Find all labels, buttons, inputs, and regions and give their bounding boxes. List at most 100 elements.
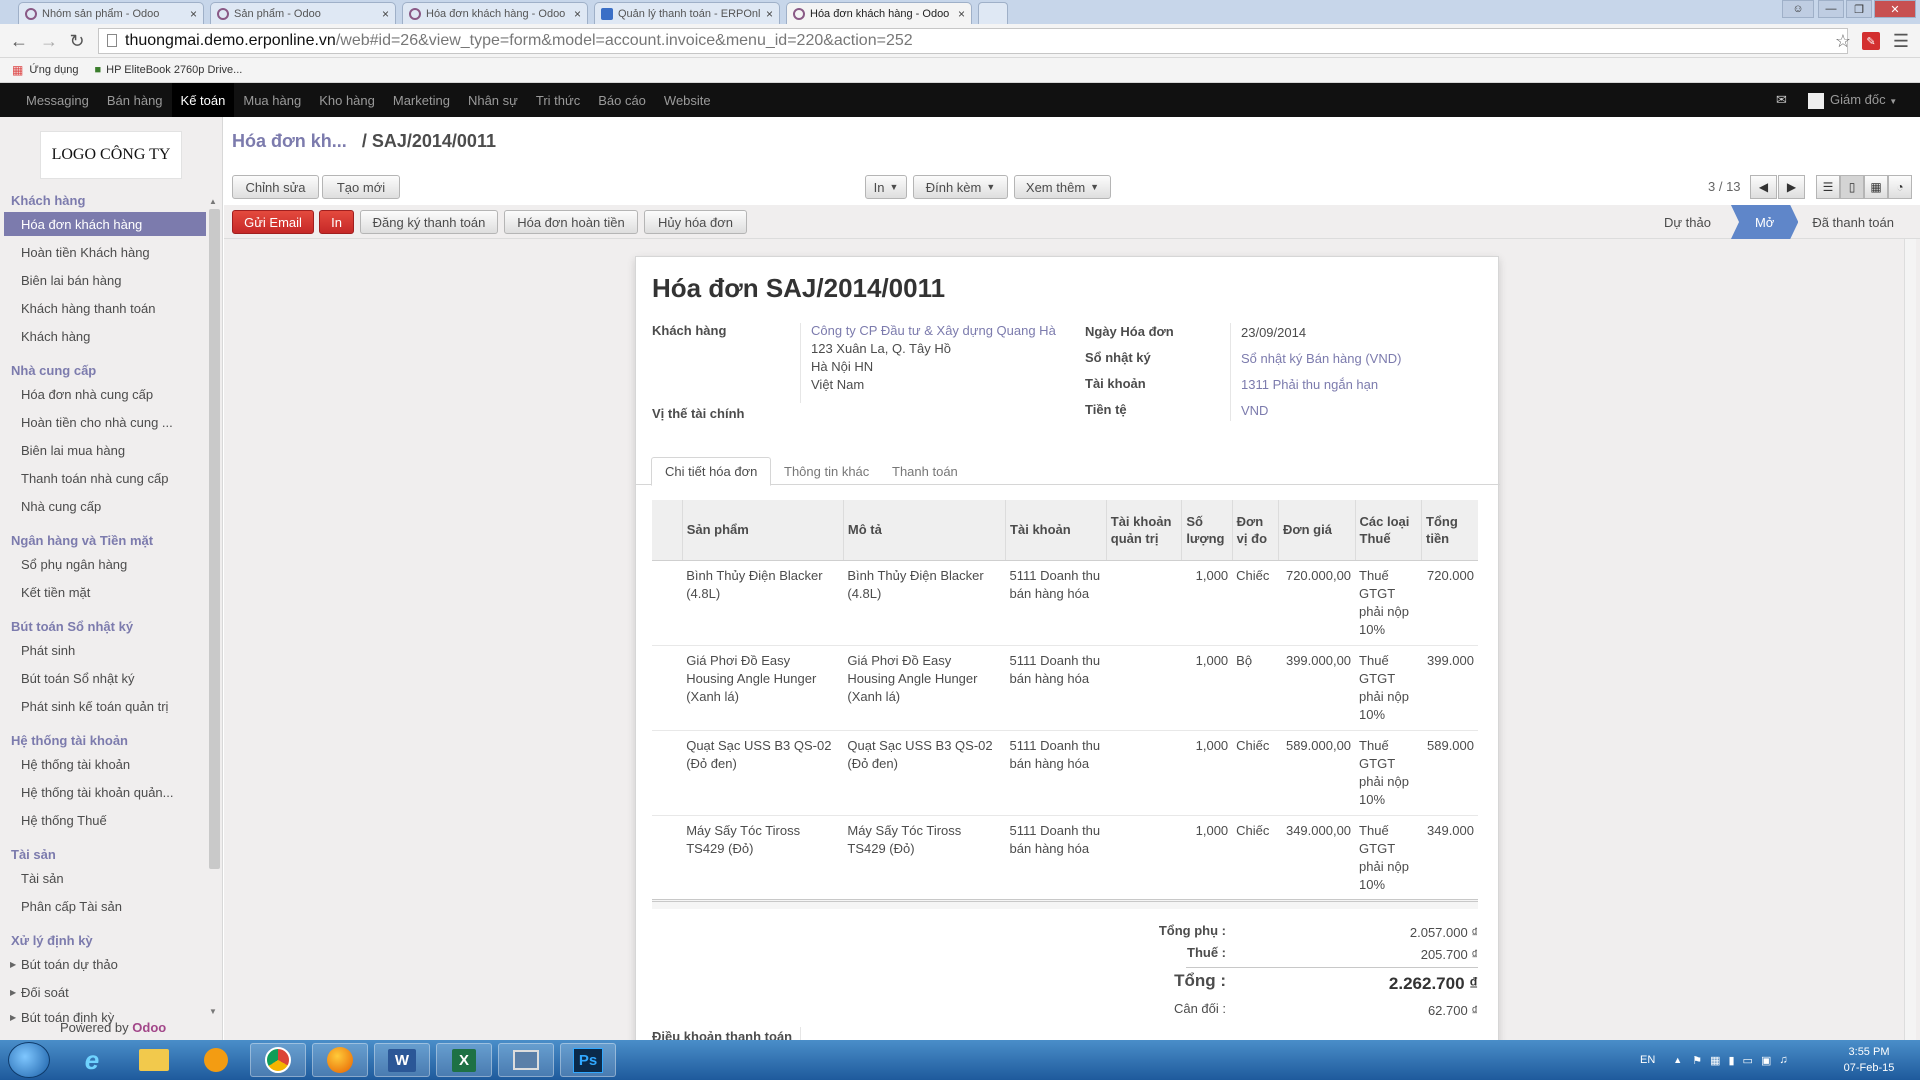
col-description[interactable]: Mô tả — [842, 500, 1006, 561]
flag-icon[interactable]: ⚑ — [1692, 1054, 1702, 1067]
sidebar-item-cash-registers[interactable]: Kết tiền mặt — [4, 580, 206, 604]
form-view-icon[interactable]: ▯ — [1840, 175, 1864, 199]
col-taxes[interactable]: Các loại Thuế — [1354, 500, 1422, 561]
forward-arrow-icon[interactable]: → — [38, 30, 60, 52]
journal-link[interactable]: Sổ nhật ký Bán hàng (VND) — [1241, 350, 1401, 368]
tray-expand-icon[interactable]: ▲ — [1673, 1055, 1682, 1065]
sidebar-item-customer-invoices[interactable]: Hóa đơn khách hàng — [4, 212, 206, 236]
sidebar-item-supplier-invoices[interactable]: Hóa đơn nhà cung cấp — [4, 382, 206, 406]
scroll-down-icon[interactable]: ▼ — [209, 1007, 217, 1016]
close-icon[interactable]: × — [190, 7, 197, 21]
topmenu-item-accounting[interactable]: Kế toán — [171, 83, 235, 117]
chat-icon[interactable]: ✉ — [1776, 92, 1787, 108]
sidebar-item-asset-categories[interactable]: Phân cấp Tài sản — [4, 894, 206, 918]
prev-record-icon[interactable]: ◀ — [1750, 175, 1777, 199]
topmenu-item-sales[interactable]: Bán hàng — [98, 83, 172, 117]
chrome-icon[interactable] — [250, 1043, 306, 1077]
menu-icon[interactable]: ☰ — [1890, 30, 1912, 52]
topmenu-item-warehouse[interactable]: Kho hàng — [310, 83, 384, 117]
close-icon[interactable]: × — [958, 7, 965, 21]
connection-icon[interactable]: ▣ — [1761, 1054, 1771, 1067]
browser-tab[interactable]: Hóa đơn khách hàng - Odoo × — [402, 2, 588, 24]
send-email-button[interactable]: Gửi Email — [232, 210, 314, 234]
table-row[interactable]: Giá Phơi Đồ Easy Housing Angle Hunger (X… — [652, 645, 1478, 731]
graph-view-icon[interactable]: ◔ — [1888, 175, 1912, 199]
topmenu-item-hr[interactable]: Nhân sự — [459, 83, 527, 117]
sidebar-item-analytic-items[interactable]: Phát sinh kế toán quản trị — [4, 694, 206, 718]
register-payment-button[interactable]: Đăng ký thanh toán — [360, 210, 498, 234]
sidebar-item-journal-entries[interactable]: Bút toán Sổ nhật ký — [4, 666, 206, 690]
media-player-icon[interactable] — [188, 1043, 244, 1077]
sidebar-item-analytic-chart[interactable]: Hệ thống tài khoản quản... — [4, 780, 206, 804]
cancel-invoice-button[interactable]: Hủy hóa đơn — [644, 210, 747, 234]
screen-app-icon[interactable] — [498, 1043, 554, 1077]
refund-invoice-button[interactable]: Hóa đơn hoàn tiền — [504, 210, 638, 234]
col-account[interactable]: Tài khoản — [1005, 500, 1107, 561]
list-view-icon[interactable]: ☰ — [1816, 175, 1840, 199]
stage-draft[interactable]: Dự thảo — [1650, 205, 1731, 239]
windows-start-icon[interactable] — [8, 1042, 50, 1078]
back-arrow-icon[interactable]: ← — [8, 30, 30, 52]
breadcrumb-parent[interactable]: Hóa đơn kh... — [232, 131, 347, 151]
table-row[interactable]: Quạt Sạc USS B3 QS-02 (Đỏ đen) Quạt Sạc … — [652, 730, 1478, 816]
table-row[interactable]: Bình Thủy Điện Blacker (4.8L) Bình Thủy … — [652, 560, 1478, 646]
close-icon[interactable]: × — [382, 7, 389, 21]
sidebar-item-reconciliation[interactable]: ▶ Đối soát — [4, 980, 206, 1004]
sidebar-item-draft-entries[interactable]: ▶ Bút toán dự thảo — [4, 952, 206, 976]
file-explorer-icon[interactable] — [126, 1043, 182, 1077]
sidebar-item-assets[interactable]: Tài sản — [4, 866, 206, 890]
system-clock[interactable]: 3:55 PM 07-Feb-15 — [1824, 1044, 1914, 1076]
sidebar-item-customer-refunds[interactable]: Hoàn tiền Khách hàng — [4, 240, 206, 264]
edit-button[interactable]: Chỉnh sửa — [232, 175, 319, 199]
bookmark-apps[interactable]: Ứng dụng — [29, 64, 78, 76]
excel-icon[interactable]: X — [436, 1043, 492, 1077]
attach-dropdown[interactable]: Đính kèm ▼ — [913, 175, 1008, 199]
topmenu-item-website[interactable]: Website — [655, 83, 720, 117]
topmenu-item-marketing[interactable]: Marketing — [384, 83, 459, 117]
odoo-brand[interactable]: Odoo — [132, 1020, 166, 1035]
currency-link[interactable]: VND — [1241, 402, 1268, 420]
firefox-icon[interactable] — [312, 1043, 368, 1077]
col-quantity[interactable]: Số lượng — [1181, 500, 1233, 561]
extension-icon[interactable]: ✎ — [1862, 32, 1880, 50]
reload-icon[interactable]: ↻ — [66, 30, 88, 52]
more-dropdown[interactable]: Xem thêm ▼ — [1014, 175, 1111, 199]
browser-tab[interactable]: Sản phẩm - Odoo × — [210, 2, 396, 24]
restore-icon[interactable]: ❐ — [1846, 0, 1872, 18]
stage-open[interactable]: Mở — [1730, 205, 1799, 239]
internet-explorer-icon[interactable]: e — [64, 1043, 120, 1077]
tab-payments[interactable]: Thanh toán — [879, 457, 971, 486]
sidebar-item-supplier-payments[interactable]: Thanh toán nhà cung cấp — [4, 466, 206, 490]
close-icon[interactable]: × — [766, 7, 773, 21]
sidebar-item-chart-of-accounts[interactable]: Hệ thống tài khoản — [4, 752, 206, 776]
user-menu[interactable]: Giám đốc ▼ — [1830, 92, 1897, 107]
next-record-icon[interactable]: ▶ — [1778, 175, 1805, 199]
language-indicator[interactable]: EN — [1640, 1054, 1655, 1066]
bookmark-star-icon[interactable]: ☆ — [1832, 30, 1854, 52]
network-icon[interactable]: ▦ — [1710, 1054, 1720, 1067]
browser-tab[interactable]: Nhóm sản phẩm - Odoo × — [18, 2, 204, 24]
topmenu-item-messaging[interactable]: Messaging — [17, 83, 98, 117]
minimize-icon[interactable]: — — [1818, 0, 1844, 18]
print-invoice-button[interactable]: In — [319, 210, 354, 234]
col-product[interactable]: Sản phẩm — [681, 500, 844, 561]
scroll-up-icon[interactable]: ▲ — [209, 197, 217, 206]
sidebar-item-journal-items[interactable]: Phát sinh — [4, 638, 206, 662]
new-tab-button[interactable] — [978, 2, 1008, 24]
account-link[interactable]: 1311 Phải thu ngắn hạn — [1241, 376, 1378, 394]
sidebar-item-chart-of-taxes[interactable]: Hệ thống Thuế — [4, 808, 206, 832]
sidebar-item-customers[interactable]: Khách hàng — [4, 324, 206, 348]
customer-link[interactable]: Công ty CP Đầu tư & Xây dựng Quang Hà — [811, 322, 1056, 340]
col-analytic-account[interactable]: Tài khoản quản trị — [1105, 500, 1182, 561]
col-unit-price[interactable]: Đơn giá — [1278, 500, 1356, 561]
stage-paid[interactable]: Đã thanh toán — [1798, 205, 1920, 239]
photoshop-icon[interactable]: Ps — [560, 1043, 616, 1077]
bookmark-item[interactable]: HP EliteBook 2760p Drive... — [106, 64, 242, 76]
sidebar-scrollbar[interactable] — [209, 209, 220, 869]
browser-tab[interactable]: Quản lý thanh toán - ERPOnlin × — [594, 2, 780, 24]
sidebar-item-customer-payments[interactable]: Khách hàng thanh toán — [4, 296, 206, 320]
topmenu-item-purchase[interactable]: Mua hàng — [234, 83, 310, 117]
window-close-icon[interactable]: ✕ — [1874, 0, 1916, 18]
main-scrollbar[interactable] — [1904, 239, 1916, 1040]
word-icon[interactable]: W — [374, 1043, 430, 1077]
